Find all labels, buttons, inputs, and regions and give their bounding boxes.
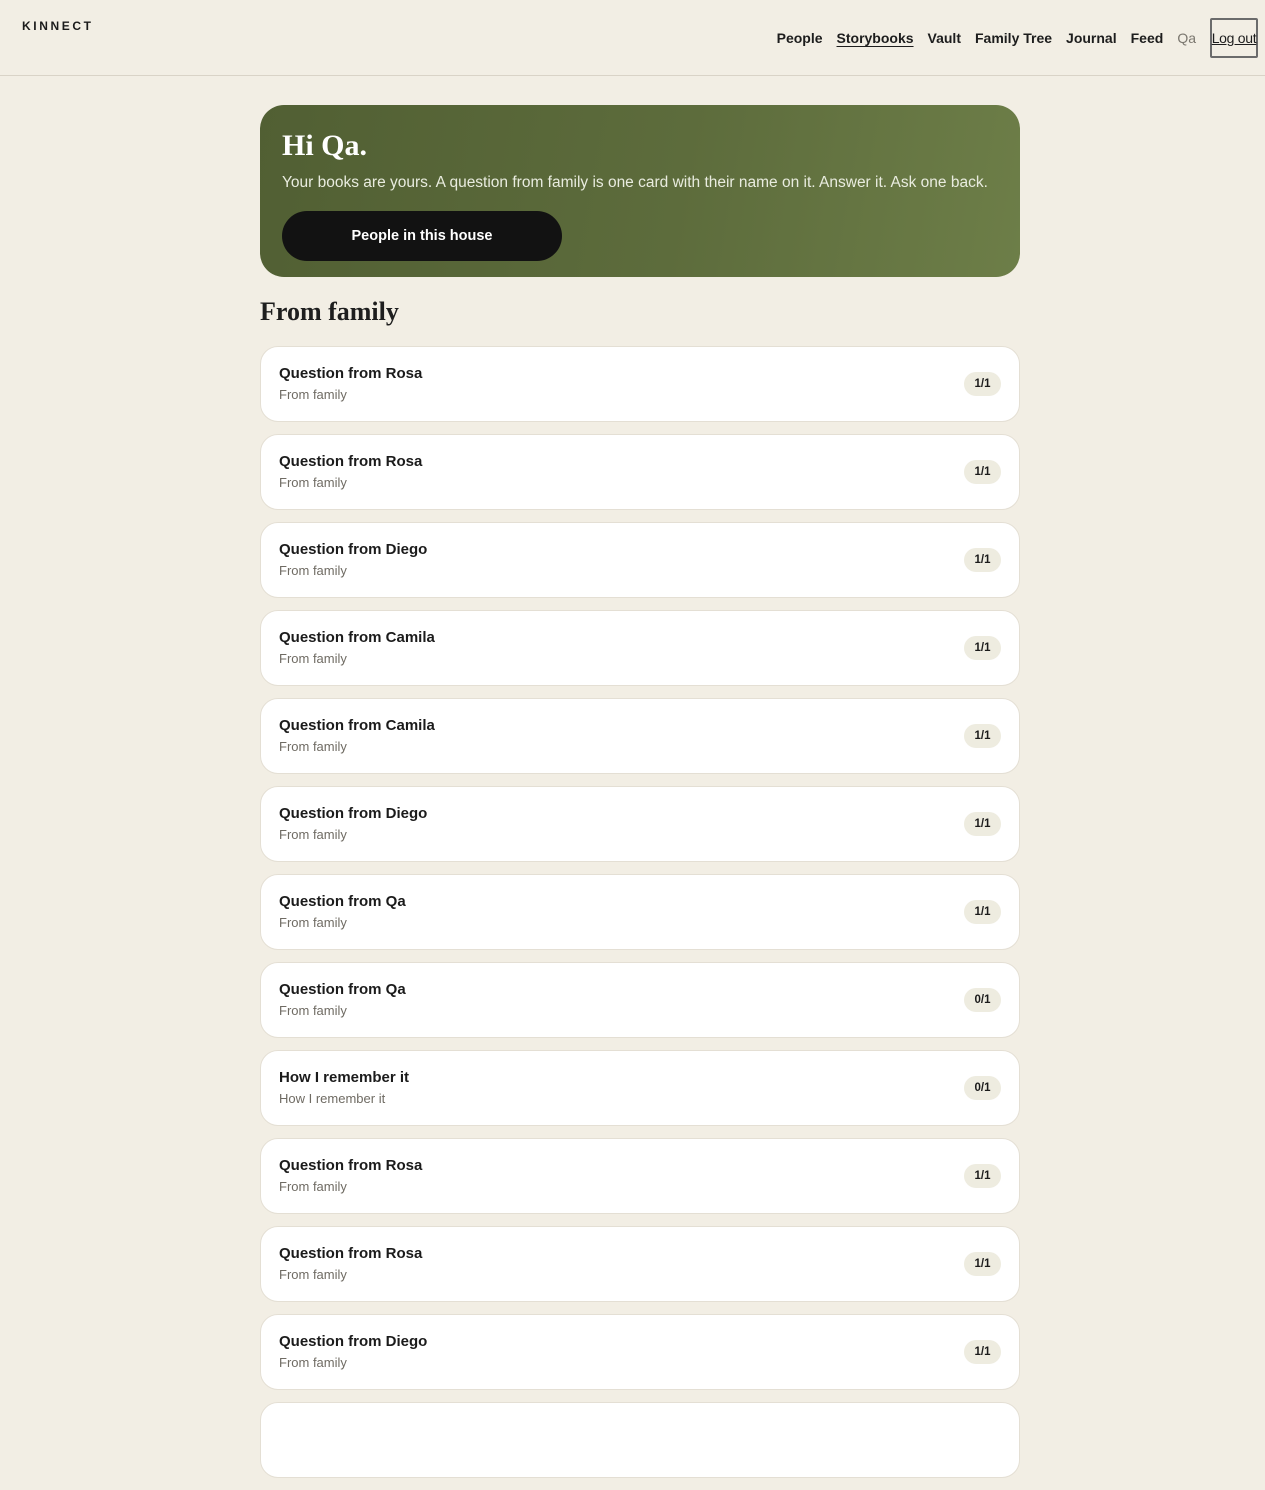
card-title: Question from Rosa bbox=[279, 453, 423, 470]
nav-link-family-tree[interactable]: Family Tree bbox=[975, 30, 1052, 46]
question-card[interactable]: Question from Qa From family 0/1 bbox=[260, 962, 1020, 1038]
card-title: Question from Rosa bbox=[279, 1157, 423, 1174]
card-title: Question from Rosa bbox=[279, 1245, 423, 1262]
card-title: Question from Diego bbox=[279, 1333, 428, 1350]
card-title: Question from Camila bbox=[279, 629, 435, 646]
question-card[interactable]: How I remember it How I remember it 0/1 bbox=[260, 1050, 1020, 1126]
card-title: Question from Qa bbox=[279, 893, 406, 910]
question-card[interactable]: Question from Camila From family 1/1 bbox=[260, 698, 1020, 774]
card-subtitle: From family bbox=[279, 651, 347, 666]
card-subtitle: From family bbox=[279, 475, 347, 490]
question-card-list: Question from Rosa From family 1/1 Quest… bbox=[260, 346, 1020, 1490]
card-subtitle: From family bbox=[279, 739, 347, 754]
top-navigation-bar: KINNECT People Storybooks Vault Family T… bbox=[0, 0, 1265, 76]
progress-badge: 1/1 bbox=[964, 1252, 1001, 1276]
nav-link-journal[interactable]: Journal bbox=[1066, 30, 1117, 46]
card-subtitle: From family bbox=[279, 1003, 347, 1018]
card-title: Question from Diego bbox=[279, 805, 428, 822]
people-in-house-button[interactable]: People in this house bbox=[282, 211, 562, 261]
card-subtitle: From family bbox=[279, 1179, 347, 1194]
hero-greeting: Hi Qa. bbox=[282, 129, 368, 162]
question-card[interactable]: Question from Rosa From family 1/1 bbox=[260, 1226, 1020, 1302]
question-card[interactable]: Question from Rosa From family 1/1 bbox=[260, 1138, 1020, 1214]
question-card[interactable]: Question from Qa From family 1/1 bbox=[260, 874, 1020, 950]
card-title: Question from Rosa bbox=[279, 365, 423, 382]
welcome-hero-card: Hi Qa. Your books are yours. A question … bbox=[260, 105, 1020, 277]
progress-badge: 0/1 bbox=[964, 988, 1001, 1012]
progress-badge: 0/1 bbox=[964, 1076, 1001, 1100]
question-card-partial[interactable] bbox=[260, 1402, 1020, 1478]
question-card[interactable]: Question from Diego From family 1/1 bbox=[260, 1314, 1020, 1390]
question-card[interactable]: Question from Diego From family 1/1 bbox=[260, 786, 1020, 862]
section-title: From family bbox=[260, 297, 399, 326]
progress-badge: 1/1 bbox=[964, 1164, 1001, 1188]
question-card[interactable]: Question from Diego From family 1/1 bbox=[260, 522, 1020, 598]
question-card[interactable]: Question from Rosa From family 1/1 bbox=[260, 434, 1020, 510]
card-title: Question from Diego bbox=[279, 541, 428, 558]
progress-badge: 1/1 bbox=[964, 900, 1001, 924]
main-nav: People Storybooks Vault Family Tree Jour… bbox=[763, 18, 1258, 58]
card-subtitle: From family bbox=[279, 827, 347, 842]
progress-badge: 1/1 bbox=[964, 636, 1001, 660]
current-user-name: Qa bbox=[1177, 30, 1196, 46]
progress-badge: 1/1 bbox=[964, 548, 1001, 572]
progress-badge: 1/1 bbox=[964, 812, 1001, 836]
card-subtitle: From family bbox=[279, 563, 347, 578]
card-title: Question from Qa bbox=[279, 981, 406, 998]
logout-button[interactable]: Log out bbox=[1210, 18, 1258, 58]
progress-badge: 1/1 bbox=[964, 1340, 1001, 1364]
nav-link-people[interactable]: People bbox=[777, 30, 823, 46]
brand-logo[interactable]: KINNECT bbox=[22, 19, 94, 33]
card-title: Question from Camila bbox=[279, 717, 435, 734]
card-subtitle: From family bbox=[279, 915, 347, 930]
question-card[interactable]: Question from Camila From family 1/1 bbox=[260, 610, 1020, 686]
hero-description: Your books are yours. A question from fa… bbox=[282, 174, 988, 191]
card-subtitle: From family bbox=[279, 1267, 347, 1282]
card-subtitle: From family bbox=[279, 1355, 347, 1370]
card-title: How I remember it bbox=[279, 1069, 410, 1086]
nav-link-storybooks[interactable]: Storybooks bbox=[837, 30, 914, 46]
question-card[interactable]: Question from Rosa From family 1/1 bbox=[260, 346, 1020, 422]
progress-badge: 1/1 bbox=[964, 460, 1001, 484]
nav-link-vault[interactable]: Vault bbox=[928, 30, 961, 46]
card-subtitle: From family bbox=[279, 387, 347, 402]
nav-link-feed[interactable]: Feed bbox=[1131, 30, 1164, 46]
card-subtitle: How I remember it bbox=[279, 1091, 386, 1106]
progress-badge: 1/1 bbox=[964, 724, 1001, 748]
progress-badge: 1/1 bbox=[964, 372, 1001, 396]
